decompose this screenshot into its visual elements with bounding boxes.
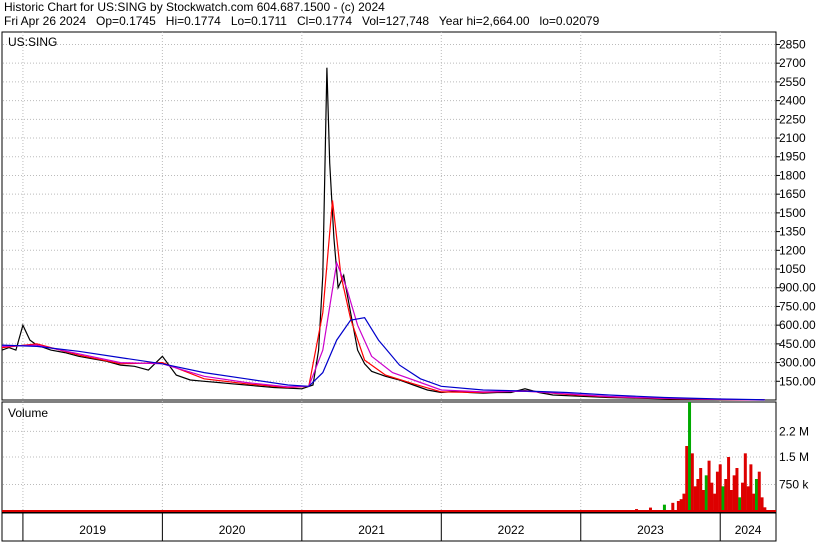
volume-y-axis: 750 k 1.5 M 2.2 M xyxy=(779,424,809,491)
price-tick-label: 1800 xyxy=(779,168,806,182)
year-label: 2024 xyxy=(735,523,762,537)
volume-bar xyxy=(749,464,753,512)
stock-chart: 150.00 300.00 450.00 600.00 750.00 900.00 1050… xyxy=(1,31,816,542)
price-tick-label: 900.00 xyxy=(779,281,816,295)
price-tick-label: 2100 xyxy=(779,131,806,145)
volume-bar xyxy=(696,479,700,512)
volume-bar xyxy=(701,490,705,512)
price-tick-label: 2250 xyxy=(779,112,806,126)
volume-bar xyxy=(724,479,728,512)
price-tick-label: 150.00 xyxy=(779,374,816,388)
volume-bar xyxy=(727,457,731,512)
price-tick-label: 1050 xyxy=(779,262,806,276)
volume-bar xyxy=(685,446,689,512)
volume-bar xyxy=(743,453,747,512)
volume-bar xyxy=(718,464,722,512)
price-tick-label: 300.00 xyxy=(779,356,816,370)
price-tick-label: 600.00 xyxy=(779,318,816,332)
volume-bar xyxy=(721,486,725,512)
volume-bar xyxy=(732,475,736,512)
price-tick-label: 2550 xyxy=(779,75,806,89)
volume-bar xyxy=(752,493,756,512)
volume-bar xyxy=(754,479,758,512)
volume-bar xyxy=(713,493,717,512)
volume-bar xyxy=(699,468,703,512)
volume-bar xyxy=(693,486,697,512)
volume-bar xyxy=(729,490,733,512)
price-tick-label: 2700 xyxy=(779,56,806,70)
price-tick-label: 750.00 xyxy=(779,299,816,313)
price-tick-label: 1350 xyxy=(779,225,806,239)
volume-tick-label: 2.2 M xyxy=(779,424,809,438)
price-tick-label: 2850 xyxy=(779,37,806,51)
volume-bar xyxy=(735,468,739,512)
volume-label: Volume xyxy=(8,406,48,420)
volume-panel xyxy=(1,401,777,513)
price-tick-label: 2400 xyxy=(779,94,806,108)
volume-tick-label: 750 k xyxy=(779,478,809,492)
year-label: 2019 xyxy=(79,523,106,537)
volume-bar xyxy=(690,453,694,512)
volume-bar xyxy=(715,471,719,512)
volume-bar xyxy=(746,486,750,512)
price-panel xyxy=(1,31,777,401)
symbol-label: US:SING xyxy=(8,35,57,49)
price-tick-label: 1650 xyxy=(779,187,806,201)
volume-bar xyxy=(704,475,708,512)
price-tick-label: 1950 xyxy=(779,150,806,164)
volume-bar xyxy=(688,402,692,512)
year-label: 2021 xyxy=(358,523,385,537)
price-tick-label: 450.00 xyxy=(779,337,816,351)
volume-tick-label: 1.5 M xyxy=(779,450,809,464)
price-tick-label: 1500 xyxy=(779,206,806,220)
volume-bar xyxy=(760,497,764,512)
volume-bar xyxy=(707,460,711,512)
volume-bar xyxy=(738,497,742,512)
volume-bar xyxy=(757,471,761,512)
year-label: 2020 xyxy=(219,523,246,537)
volume-bar xyxy=(682,493,686,512)
price-tick-label: 1200 xyxy=(779,243,806,257)
price-y-axis: 150.00 300.00 450.00 600.00 750.00 900.00 1050… xyxy=(776,37,816,388)
volume-bar xyxy=(710,482,714,512)
year-label: 2022 xyxy=(498,523,525,537)
year-label: 2023 xyxy=(637,523,664,537)
volume-bar xyxy=(741,482,745,512)
